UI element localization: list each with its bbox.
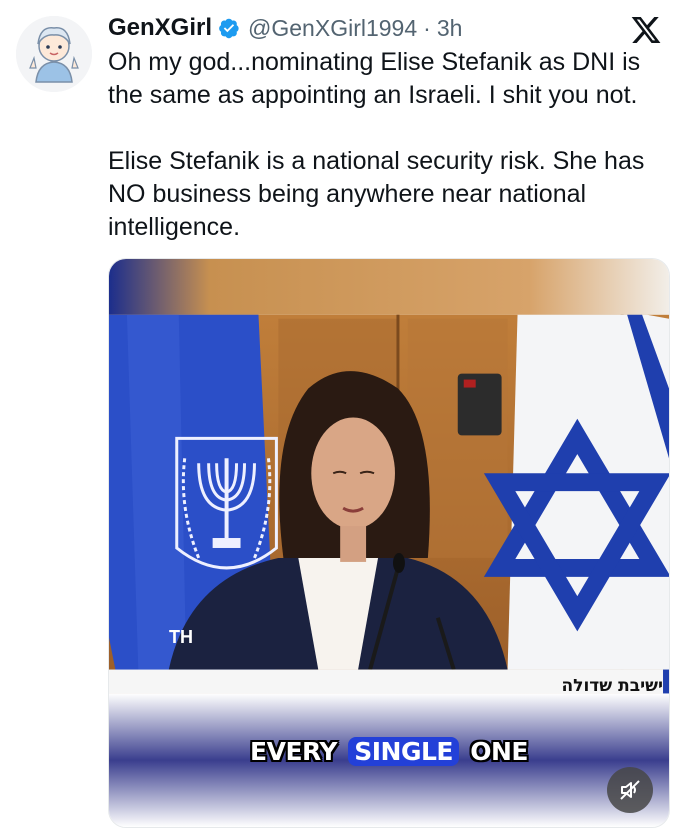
separator-dot: ·	[423, 14, 431, 41]
mute-button[interactable]	[607, 767, 653, 813]
tweet-paragraph-2: Elise Stefanik is a national security ri…	[108, 147, 645, 241]
tweet-paragraph-1: Oh my god...nominating Elise Stefanik as…	[108, 48, 641, 109]
video-player[interactable]: ישיבת שדולה TH EVERY SINGLE ONE	[108, 258, 670, 828]
hebrew-banner: ישיבת שדולה	[561, 676, 664, 696]
timestamp[interactable]: 3h	[437, 15, 463, 42]
emblem-label: TH	[169, 627, 193, 647]
caption-word: EVERY	[250, 737, 338, 766]
display-name[interactable]: GenXGirl	[108, 14, 212, 42]
avatar[interactable]	[16, 16, 92, 92]
video-caption: EVERY SINGLE ONE	[109, 737, 669, 766]
caption-word-highlighted: SINGLE	[348, 737, 459, 766]
speaker-muted-icon	[620, 780, 640, 800]
tweet-header: GenXGirl @GenXGirl1994 · 3h	[108, 10, 462, 46]
verified-badge-icon	[219, 18, 239, 39]
user-handle[interactable]: @GenXGirl1994	[248, 15, 417, 42]
avatar-illustration	[16, 16, 92, 92]
x-logo-icon	[631, 17, 661, 43]
caption-word: ONE	[470, 737, 528, 766]
tweet-text: Oh my god...nominating Elise Stefanik as…	[108, 46, 678, 244]
